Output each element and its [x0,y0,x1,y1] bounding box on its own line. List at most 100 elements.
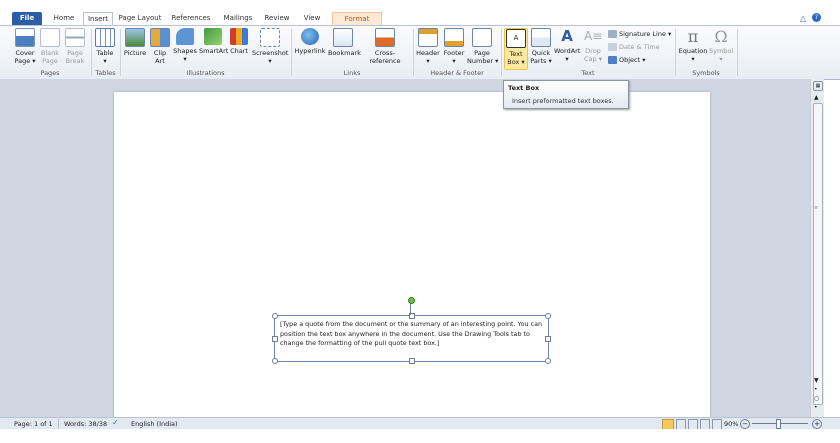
cover-page-button[interactable]: Cover Page ▾ [14,28,36,65]
vertical-scrollbar[interactable]: ▦ ▲ ≡ ▼ • ○ • [810,79,824,417]
group-label-pages: Pages [40,69,60,77]
cross-reference-label: Cross-reference [369,49,401,65]
tab-page-layout[interactable]: Page Layout [118,12,162,25]
header-button[interactable]: Header ▾ [416,28,440,65]
page-number-label: Page Number ▾ [467,49,499,65]
blank-page-button[interactable]: Blank Page [40,28,60,65]
ribbon-tab-bar: File Home Insert Page Layout References … [0,0,840,26]
screenshot-button[interactable]: Screenshot ▾ [252,28,288,65]
tooltip: Text Box Insert preformatted text boxes. [503,80,629,109]
zoom-slider-thumb[interactable] [776,419,781,429]
resize-handle[interactable] [409,358,415,364]
table-label: Table ▾ [96,49,114,65]
smartart-icon [204,28,222,45]
rotation-handle[interactable] [408,297,415,304]
tab-references[interactable]: References [170,12,212,25]
bookmark-button[interactable]: Bookmark [328,28,361,57]
zoom-out-icon[interactable]: − [740,419,750,429]
tab-mailings[interactable]: Mailings [220,12,256,25]
zoom-level[interactable]: 90% [724,420,738,428]
quick-parts-button[interactable]: Quick Parts ▾ [529,28,553,65]
clip-art-label: Clip Art [153,49,167,65]
blank-page-icon [40,28,60,47]
language-indicator[interactable]: English (India) [131,420,178,428]
resize-handle[interactable] [272,358,278,364]
previous-page-icon[interactable]: • [814,386,818,393]
page-break-icon [65,28,85,47]
resize-handle[interactable] [272,336,278,342]
chart-icon [230,28,248,45]
drop-cap-label: Drop Cap ▾ [584,47,602,63]
text-box-content[interactable]: [Type a quote from the document or the s… [280,320,544,349]
quick-parts-label: Quick Parts ▾ [530,49,552,65]
page-count[interactable]: Page: 1 of 1 [14,420,53,428]
scroll-down-icon[interactable]: ▼ [814,377,819,384]
page-number-button[interactable]: Page Number ▾ [467,28,499,65]
cross-reference-button[interactable]: Cross-reference [360,28,410,65]
scroll-up-icon[interactable]: ▲ [814,94,819,101]
resize-handle[interactable] [272,313,278,319]
tooltip-body: Insert preformatted text boxes. [512,97,614,105]
smartart-label: SmartArt [199,47,229,55]
hyperlink-button[interactable]: Hyperlink [294,28,326,55]
screenshot-icon [260,28,280,47]
text-box-button[interactable]: A Text Box ▾ [504,28,528,70]
chart-button[interactable]: Chart [229,28,249,55]
ribbon: Cover Page ▾ Blank Page Page Break Pages… [0,25,840,80]
tab-file[interactable]: File [12,12,42,25]
hyperlink-icon [301,28,319,45]
shapes-button[interactable]: Shapes ▾ [173,28,197,63]
smartart-button[interactable]: SmartArt [199,28,229,55]
table-button[interactable]: Table ▾ [95,28,115,65]
bookmark-label: Bookmark [328,49,361,57]
textbox-icon: A [506,29,526,48]
clip-art-button[interactable]: Clip Art [150,28,170,65]
shapes-icon [176,28,194,45]
resize-handle[interactable] [545,358,551,364]
cross-reference-icon [375,28,395,47]
help-icon[interactable]: △ [800,14,806,23]
browse-object-icon[interactable]: ○ [814,395,819,402]
document-page[interactable] [114,92,710,417]
page-break-button[interactable]: Page Break [64,28,86,65]
drop-cap-button[interactable]: A≡ Drop Cap ▾ [582,28,604,63]
date-time-label: Date & Time [619,43,660,51]
picture-button[interactable]: Picture [123,28,147,57]
blank-page-label: Blank Page [40,49,60,65]
group-label-illustrations: Illustrations [186,69,225,77]
help-icon[interactable]: ? [812,13,821,22]
footer-icon [444,28,464,47]
group-label-links: Links [343,69,361,77]
footer-button[interactable]: Footer ▾ [442,28,466,65]
bookmark-icon [333,28,353,47]
scroll-thumb[interactable] [813,103,823,405]
tab-view[interactable]: View [298,12,326,25]
word-count[interactable]: Words: 38/38 [64,420,107,428]
group-separator [737,29,738,76]
symbol-button[interactable]: Ω Symbol ▾ [709,28,733,63]
pull-quote-text-box[interactable]: [Type a quote from the document or the s… [272,313,551,364]
equation-button[interactable]: π Equation ▾ [678,28,708,63]
tab-format[interactable]: Format [332,12,382,26]
proofing-icon[interactable]: ✓ [112,418,119,427]
group-label-symbols: Symbols [692,69,720,77]
shapes-label: Shapes ▾ [173,47,197,63]
equation-icon: π [687,27,699,46]
date-time-button[interactable]: Date & Time [608,43,660,51]
quick-parts-icon [531,28,551,47]
equation-label: Equation ▾ [678,47,708,63]
resize-handle[interactable] [545,336,551,342]
zoom-in-icon[interactable]: + [812,419,822,429]
tab-home[interactable]: Home [50,12,78,25]
resize-handle[interactable] [545,313,551,319]
wordart-button[interactable]: A WordArt ▾ [554,28,580,64]
object-button[interactable]: Object ▾ [608,56,646,64]
footer-label: Footer ▾ [443,49,465,65]
grip-icon: ≡ [814,205,819,211]
tab-insert[interactable]: Insert [83,12,113,26]
ruler-toggle-icon[interactable]: ▦ [813,81,823,91]
next-page-icon[interactable]: • [814,404,818,411]
tab-review[interactable]: Review [262,12,292,25]
signature-line-button[interactable]: Signature Line ▾ [608,30,671,38]
signature-icon [608,30,617,38]
